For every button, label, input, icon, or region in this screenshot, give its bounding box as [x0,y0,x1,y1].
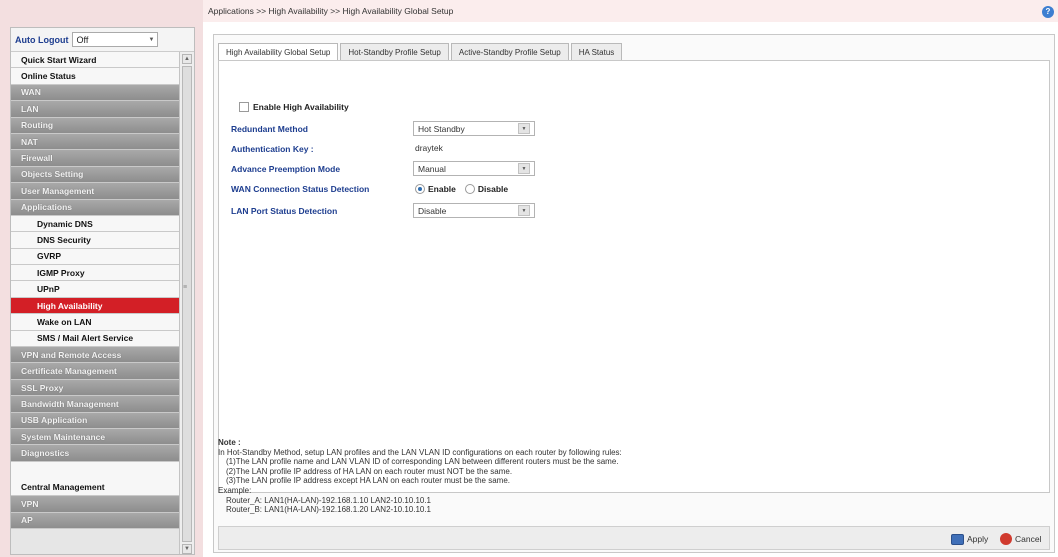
sidebar-item-sms-mail-alert-service[interactable]: SMS / Mail Alert Service [11,330,181,348]
preemption-value: Manual [418,163,446,174]
sidebar-item-objects-setting[interactable]: Objects Setting [11,166,181,184]
redundant-method-select[interactable]: Hot Standby ▼ [413,121,535,136]
preemption-select[interactable]: Manual ▼ [413,161,535,176]
enable-ha-checkbox[interactable] [239,102,249,112]
lan-detect-value: Disable [418,205,447,216]
wan-disable-label: Disable [477,184,509,194]
tab-ha-status[interactable]: HA Status [570,43,623,60]
redundant-method-label: Redundant Method [231,124,308,134]
wan-enable-label: Enable [428,184,456,194]
tab-global-setup[interactable]: High Availability Global Setup [218,43,339,60]
preemption-label: Advance Preemption Mode [231,164,341,174]
sidebar-item-wake-on-lan[interactable]: Wake on LAN [11,314,181,331]
sidebar-item-upnp[interactable]: UPnP [11,281,181,298]
cancel-label: Cancel [1015,534,1042,544]
redundant-method-row: Redundant Method Hot Standby ▼ [231,121,561,137]
sidebar-item-nat[interactable]: NAT [11,133,181,151]
tab-content: Enable High Availability Redundant Metho… [218,60,1050,493]
note-line: Router_A: LAN1(HA-LAN)-192.168.1.10 LAN2… [226,495,432,505]
save-icon [951,533,964,545]
sidebar-item-dynamic-dns[interactable]: Dynamic DNS [11,215,181,233]
sidebar-item-vpn-and-remote-access[interactable]: VPN and Remote Access [11,347,181,364]
chevron-down-icon: ▼ [518,205,530,216]
auto-logout-value: Off [76,34,89,45]
note-line: (1)The LAN profile name and LAN VLAN ID … [226,457,619,467]
enable-ha-row: Enable High Availability [239,99,349,115]
help-icon[interactable]: ? [1042,6,1054,18]
note-line: (2)The LAN profile IP address of HA LAN … [226,466,513,476]
main-area: Applications >> High Availability >> Hig… [203,0,1058,557]
grip-icon: ≡ [183,284,188,291]
wan-detect-label: WAN Connection Status Detection [231,184,370,194]
auto-logout-select[interactable]: Off ▼ [72,32,159,47]
auto-logout-label: Auto Logout [15,34,69,45]
auth-key-label: Authentication Key : [231,144,314,154]
sidebar-item-quick-start-wizard[interactable]: Quick Start Wizard [11,52,181,69]
sidebar-item-bandwidth-management[interactable]: Bandwidth Management [11,396,181,413]
sidebar-menu: Quick Start Wizard Online Status WAN LAN Rou… [11,52,181,529]
sidebar-item-online-status[interactable]: Online Status [11,68,181,85]
wan-disable-radio[interactable] [464,184,475,194]
footer-bar: Apply Cancel [218,526,1050,550]
scroll-down-icon[interactable]: ▼ [182,544,192,554]
lan-detect-row: LAN Port Status Detection Disable ▼ [231,203,561,219]
auth-key-row: Authentication Key : draytek [231,141,561,157]
breadcrumb-text: Applications >> High Availability >> Hig… [208,6,454,16]
tab-active-standby-profile[interactable]: Active-Standby Profile Setup [450,43,569,60]
settings-panel: High Availability Global Setup Hot-Stand… [213,34,1055,553]
lan-detect-label: LAN Port Status Detection [231,206,338,216]
note-line: In Hot-Standby Method, setup LAN profile… [218,447,622,457]
enable-ha-label: Enable High Availability [253,102,349,112]
sidebar-item-user-management[interactable]: User Management [11,183,181,200]
sidebar-item-vpn[interactable]: VPN [11,496,181,513]
wan-detect-radios: Enable Disable [415,184,517,194]
preemption-row: Advance Preemption Mode Manual ▼ [231,161,561,177]
sidebar-item-firewall[interactable]: Firewall [11,150,181,167]
sidebar-item-system-maintenance[interactable]: System Maintenance [11,428,181,446]
apply-label: Apply [967,534,989,544]
note-line: (3)The LAN profile IP address except HA … [226,476,510,486]
sidebar: Auto Logout Off ▼ Quick Start Wizard Onli… [10,27,195,555]
note-line: Router_B: LAN1(HA-LAN)-192.168.1.20 LAN2… [226,505,432,515]
sidebar-item-gvrp[interactable]: GVRP [11,248,181,266]
sidebar-item-usb-application[interactable]: USB Application [11,412,181,429]
auto-logout: Auto Logout Off ▼ [11,28,194,52]
sidebar-item-diagnostics[interactable]: Diagnostics [11,445,181,462]
scroll-up-icon[interactable]: ▲ [182,54,192,64]
note-title: Note : [218,438,241,447]
chevron-down-icon: ▼ [148,36,155,43]
redundant-method-value: Hot Standby [418,123,465,134]
tab-hot-standby-profile[interactable]: Hot-Standby Profile Setup [340,43,449,60]
sidebar-item-wan[interactable]: WAN [11,84,181,102]
note-section: Note : In Hot-Standby Method, setup LAN … [218,438,1038,515]
breadcrumb: Applications >> High Availability >> Hig… [203,0,1058,22]
cancel-icon [1000,533,1012,545]
note-line: Example: [218,485,252,495]
sidebar-item-certificate-management[interactable]: Certificate Management [11,363,181,380]
sidebar-item-ap[interactable]: AP [11,512,181,529]
sidebar-item-applications[interactable]: Applications [11,199,181,216]
sidebar-scrollbar[interactable]: ▲ ≡ ▼ [179,52,194,554]
sidebar-item-routing[interactable]: Routing [11,117,181,134]
chevron-down-icon: ▼ [518,163,530,174]
sidebar-item-central-management[interactable]: Central Management [11,479,181,497]
sidebar-item-dns-security[interactable]: DNS Security [11,232,181,249]
wan-enable-radio[interactable] [415,184,425,194]
chevron-down-icon: ▼ [518,123,530,134]
sidebar-item-ssl-proxy[interactable]: SSL Proxy [11,379,181,397]
sidebar-item-spacer [11,461,181,480]
cancel-button[interactable]: Cancel [1000,531,1041,547]
sidebar-item-lan[interactable]: LAN [11,101,181,118]
lan-detect-select[interactable]: Disable ▼ [413,203,535,218]
tab-bar: High Availability Global Setup Hot-Stand… [218,43,624,60]
sidebar-item-high-availability[interactable]: High Availability [11,297,181,315]
auth-key-value[interactable]: draytek [415,143,443,153]
scroll-thumb[interactable] [182,66,192,542]
sidebar-item-igmp-proxy[interactable]: IGMP Proxy [11,265,181,282]
apply-button[interactable]: Apply [951,531,988,547]
wan-detect-row: WAN Connection Status Detection Enable D… [231,181,561,197]
